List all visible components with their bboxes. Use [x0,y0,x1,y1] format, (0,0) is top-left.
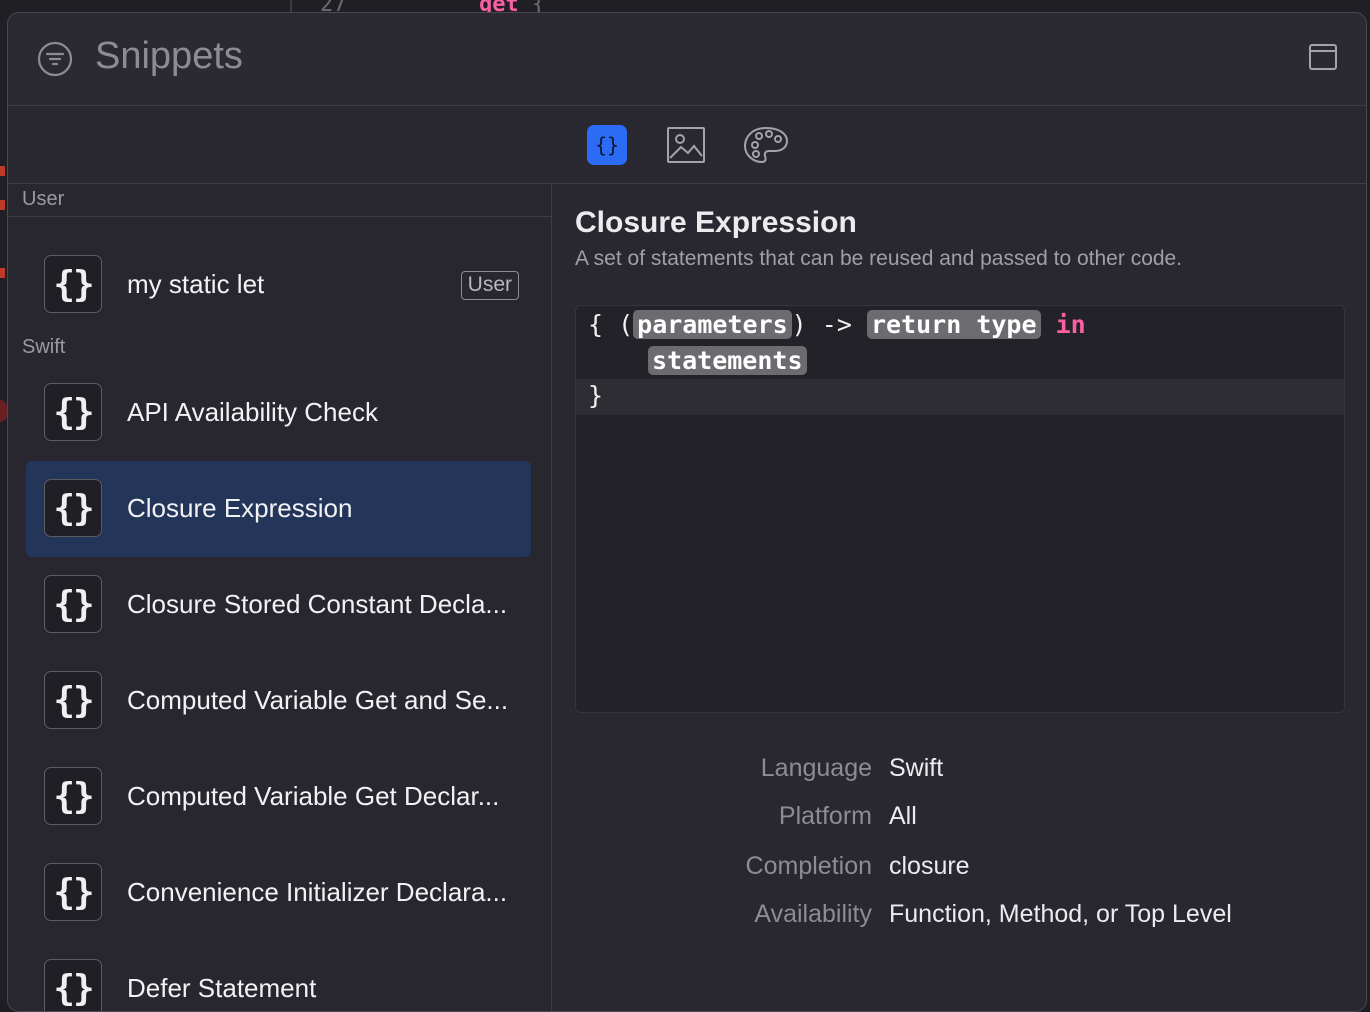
detail-description: A set of statements that can be reused a… [575,247,1183,270]
placeholder-token[interactable]: parameters [633,310,792,339]
meta-value: closure [889,852,970,880]
meta-value: Swift [889,754,944,782]
filter-icon[interactable] [37,41,73,77]
library-toolbar: {} [8,106,1366,184]
panel-title: Snippets [95,35,243,77]
list-item[interactable]: {} Computed Variable Get and Se... [26,653,531,749]
snippet-detail: Closure Expression A set of statements t… [552,184,1366,1011]
meta-key: Availability [754,900,872,928]
section-header-user: User [22,188,65,210]
list-item-label: Closure Stored Constant Decla... [127,589,508,619]
snippet-braces-icon: {} [44,383,102,441]
keyword-in: in [1055,310,1086,339]
snippet-braces-icon: {} [44,479,102,537]
user-badge: User [460,271,519,300]
code-arrow: ) -> [791,310,867,339]
meta-key: Completion [745,852,872,880]
placeholder-token[interactable]: statements [648,346,807,375]
snippet-braces-icon: {} [44,575,102,633]
detail-title: Closure Expression [575,206,857,239]
image-icon[interactable] [666,125,706,165]
curly-braces-icon: {} [595,133,619,157]
list-item[interactable]: {} Defer Statement [26,941,531,1011]
section-header-swift: Swift [22,336,66,358]
snippet-braces-icon: {} [44,671,102,729]
palette-icon[interactable] [742,125,790,165]
gutter-marker [0,268,5,278]
meta-row-completion: Completion closure [552,852,1366,886]
list-item-label: Convenience Initializer Declara... [127,877,508,907]
gutter-marker [0,166,5,176]
list-item-label: Computed Variable Get and Se... [127,685,509,715]
meta-row-availability: Availability Function, Method, or Top Le… [552,900,1366,934]
snippet-braces-icon: {} [44,959,102,1011]
list-item-label: API Availability Check [127,397,378,427]
section-divider [8,216,551,217]
meta-row-language: Language Swift [552,754,1366,788]
meta-row-platform: Platform All [552,802,1366,836]
meta-value: All [889,802,917,830]
meta-key: Language [760,754,872,782]
snippet-list-sidebar: User {} my static let User Swift {} API … [8,184,552,1011]
list-item[interactable]: {} my static let User [26,237,531,333]
code-line-1: { (parameters) -> return type in [588,310,1086,339]
window-layout-icon[interactable] [1308,42,1338,72]
list-item[interactable]: {} Closure Stored Constant Decla... [26,557,531,653]
list-item-label: Computed Variable Get Declar... [127,781,500,811]
code-current-line-highlight [576,379,1344,415]
list-item[interactable]: {} Convenience Initializer Declara... [26,845,531,941]
title-bar: Snippets [8,13,1366,106]
placeholder-token[interactable]: return type [866,310,1041,339]
gutter-marker [0,200,5,210]
list-item-label: my static let [127,269,265,299]
snippet-braces-icon: {} [44,863,102,921]
list-item[interactable]: {} Computed Variable Get Declar... [26,749,531,845]
library-panel: Snippets {} User {} my static let User S… [7,12,1367,1012]
code-open: { ( [588,310,634,339]
tab-code-snippets[interactable]: {} [587,125,627,165]
snippet-braces-icon: {} [44,767,102,825]
list-item-selected[interactable]: {} Closure Expression [26,461,531,557]
list-item-label: Defer Statement [127,973,317,1003]
svg-text:{}: {} [595,133,619,157]
list-item-label: Closure Expression [127,493,353,523]
code-line-3: } [588,381,604,410]
meta-key: Platform [778,802,872,830]
meta-value: Function, Method, or Top Level [889,900,1232,928]
editor-divider [290,0,292,12]
snippet-braces-icon: {} [44,255,102,313]
code-preview[interactable]: { (parameters) -> return type in stateme… [575,305,1345,713]
list-item[interactable]: {} API Availability Check [26,365,531,461]
code-line-2: statements [648,346,807,375]
